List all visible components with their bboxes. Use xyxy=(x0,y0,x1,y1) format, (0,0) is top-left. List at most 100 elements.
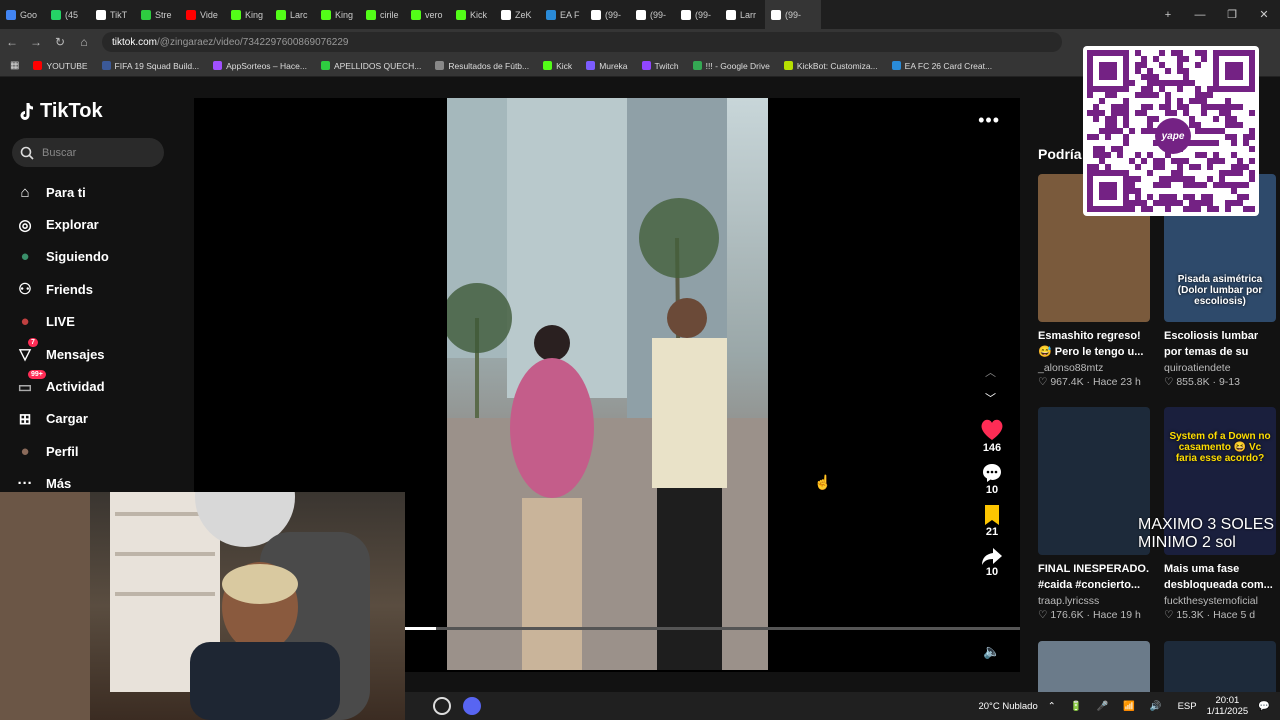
browser-tab[interactable]: Stre xyxy=(135,0,180,29)
sidebar-item-friends[interactable]: ⚇ Friends xyxy=(14,273,109,305)
sidebar-item-actividad[interactable]: ▭ Actividad 99+ xyxy=(14,370,109,402)
browser-tab[interactable]: Larr xyxy=(720,0,765,29)
sidebar-item-perfil[interactable]: ● Perfil xyxy=(14,435,109,467)
card-author[interactable]: traap.lyricsss xyxy=(1038,595,1150,607)
browser-tab[interactable]: Kick xyxy=(450,0,495,29)
tray-icons[interactable]: ⌃ 🔋 🎤 📶 🔊 xyxy=(1048,701,1168,712)
browser-tab[interactable]: TikT xyxy=(90,0,135,29)
tab-favicon-icon xyxy=(96,9,106,20)
comment-button[interactable]: 10 xyxy=(974,462,1010,496)
video-frame[interactable] xyxy=(447,98,768,670)
browser-tab[interactable]: EA F xyxy=(540,0,585,29)
url-input[interactable]: tiktok.com /@zingaraez/video/73422976008… xyxy=(102,32,1062,52)
bookmark-favicon-icon xyxy=(586,61,596,70)
bookmark-item[interactable]: Resultados de Fútb... xyxy=(435,61,529,71)
comment-icon xyxy=(983,464,1001,482)
browser-tab[interactable]: (99- xyxy=(765,0,821,29)
chevron-down-icon[interactable]: ﹀ xyxy=(985,390,996,406)
friends-icon: ⚇ xyxy=(18,281,32,299)
browser-tab[interactable]: Vide xyxy=(180,0,225,29)
tab-title: (99- xyxy=(785,9,802,20)
card-thumbnail xyxy=(1038,407,1150,555)
save-button[interactable]: 21 xyxy=(974,504,1010,538)
card-title[interactable]: Mais uma fase desbloqueada com... xyxy=(1164,561,1276,593)
minimize-button[interactable]: — xyxy=(1184,9,1216,21)
bookmark-item[interactable]: Twitch xyxy=(641,61,679,71)
recommendation-card[interactable]: FINAL INESPERADO. #caida #concierto... tr… xyxy=(1038,407,1150,621)
bookmark-item[interactable]: APELLIDOS QUECH... xyxy=(320,60,422,71)
sidebar-item-mensajes[interactable]: ▽ Mensajes 7 xyxy=(14,337,109,370)
apps-grid-icon[interactable]: ▦ xyxy=(10,60,19,71)
sidebar-item-cargar[interactable]: ⊞ Cargar xyxy=(14,403,109,435)
search-input[interactable]: Buscar xyxy=(12,138,164,167)
sidebar-item-para-ti[interactable]: ⌂ Para ti xyxy=(14,176,109,208)
home-icon[interactable]: ⌂ xyxy=(72,35,96,49)
sidebar-item-label: Para ti xyxy=(46,184,86,200)
recommendations-title: Podría xyxy=(1038,146,1082,162)
sidebar-item-explorar[interactable]: ◎ Explorar xyxy=(14,208,109,240)
card-title[interactable]: Escoliosis lumbar por temas de su pisada… xyxy=(1164,328,1276,360)
sidebar-nav: ⌂ Para ti ◎ Explorar ● Siguiendo ⚇ Friends ● LIVE… xyxy=(14,176,109,500)
clock[interactable]: 20:01 1/11/2025 xyxy=(1207,695,1249,717)
webcam-overlay xyxy=(0,492,405,720)
bookmark-favicon-icon xyxy=(783,61,793,70)
more-options-icon[interactable]: ••• xyxy=(978,110,1000,131)
share-button[interactable]: 10 xyxy=(974,546,1010,578)
browser-tab[interactable]: Goo xyxy=(0,0,45,29)
reload-icon[interactable]: ↻ xyxy=(48,35,72,49)
browser-tab[interactable]: King xyxy=(225,0,270,29)
sidebar-item-siguiendo[interactable]: ● Siguiendo xyxy=(14,241,108,273)
browser-tab[interactable]: vero xyxy=(405,0,450,29)
bookmark-item[interactable]: AppSorteos – Hace... xyxy=(213,61,307,71)
bookmark-item[interactable]: Kick xyxy=(543,61,572,71)
like-button[interactable]: 146 xyxy=(974,418,1010,454)
browser-tab[interactable]: (99- xyxy=(630,0,675,29)
forward-arrow-icon[interactable]: → xyxy=(24,35,48,49)
qr-brand-label: yape xyxy=(1155,118,1191,154)
notification-icon[interactable]: 💬 xyxy=(1258,701,1270,712)
recommendation-card[interactable]: System of a Down no casamento 😆 Vc faria… xyxy=(1164,407,1276,621)
bookmark-item[interactable]: FIFA 19 Squad Build... xyxy=(101,61,199,71)
browser-tab[interactable]: cirile xyxy=(360,0,405,29)
discord-icon[interactable] xyxy=(463,697,481,715)
back-arrow-icon[interactable]: ← xyxy=(0,35,24,49)
card-author[interactable]: fuckthesystemoficial xyxy=(1164,595,1276,607)
chevron-up-icon[interactable]: ︿ xyxy=(985,364,996,380)
tiktok-logo[interactable]: TikTok xyxy=(18,100,103,123)
weather-text[interactable]: 20°C Nublado xyxy=(978,701,1037,712)
browser-tab[interactable]: ZeK xyxy=(495,0,540,29)
language-indicator[interactable]: ESP xyxy=(1178,701,1197,712)
tab-favicon-icon xyxy=(186,9,196,20)
bookmark-item[interactable]: EA FC 26 Card Creat... xyxy=(891,60,993,71)
browser-tab[interactable]: (99- xyxy=(675,0,720,29)
card-title[interactable]: FINAL INESPERADO. #caida #concierto... xyxy=(1038,561,1150,593)
card-author[interactable]: quiroatiendete xyxy=(1164,362,1276,374)
bookmark-label: EA FC 26 Card Creat... xyxy=(904,60,993,71)
bookmark-item[interactable]: Mureka xyxy=(586,60,628,71)
card-author[interactable]: _alonso88mtz xyxy=(1038,362,1150,374)
obs-icon[interactable] xyxy=(433,697,451,715)
card-title[interactable]: Esmashito regreso! 😅 Pero le tengo u... xyxy=(1038,328,1150,360)
browser-tab[interactable]: (45 xyxy=(45,0,90,29)
browser-tab[interactable]: (99- xyxy=(585,0,630,29)
maximize-button[interactable]: ❐ xyxy=(1216,8,1248,21)
bookmark-label: APELLIDOS QUECH... xyxy=(333,60,422,71)
bookmark-item[interactable]: !!! - Google Drive xyxy=(692,61,770,71)
new-tab-button[interactable]: + xyxy=(1152,9,1184,21)
bookmark-label: Kick xyxy=(556,60,573,71)
bookmark-item[interactable]: YOUTUBE xyxy=(33,61,88,71)
bookmark-label: Mureka xyxy=(599,60,628,71)
bookmark-favicon-icon xyxy=(543,61,553,70)
sidebar-item-live[interactable]: ● LIVE xyxy=(14,306,109,338)
tab-favicon-icon xyxy=(366,9,376,20)
video-progress-bar[interactable] xyxy=(405,627,1020,630)
recommendation-thumbnail-partial[interactable] xyxy=(1038,641,1150,692)
close-window-button[interactable]: ✕ xyxy=(1248,8,1280,21)
tab-list: Goo (45 TikT Stre Vide King Larc King cirile vero… xyxy=(0,0,821,29)
recommendation-thumbnail-partial[interactable] xyxy=(1164,641,1276,692)
volume-icon[interactable]: 🔈 xyxy=(983,643,1000,660)
bookmark-item[interactable]: KickBot: Customiza... xyxy=(783,61,878,71)
browser-tab[interactable]: Larc xyxy=(270,0,315,29)
sidebar-item-label: Explorar xyxy=(46,217,99,233)
browser-tab[interactable]: King xyxy=(315,0,360,29)
